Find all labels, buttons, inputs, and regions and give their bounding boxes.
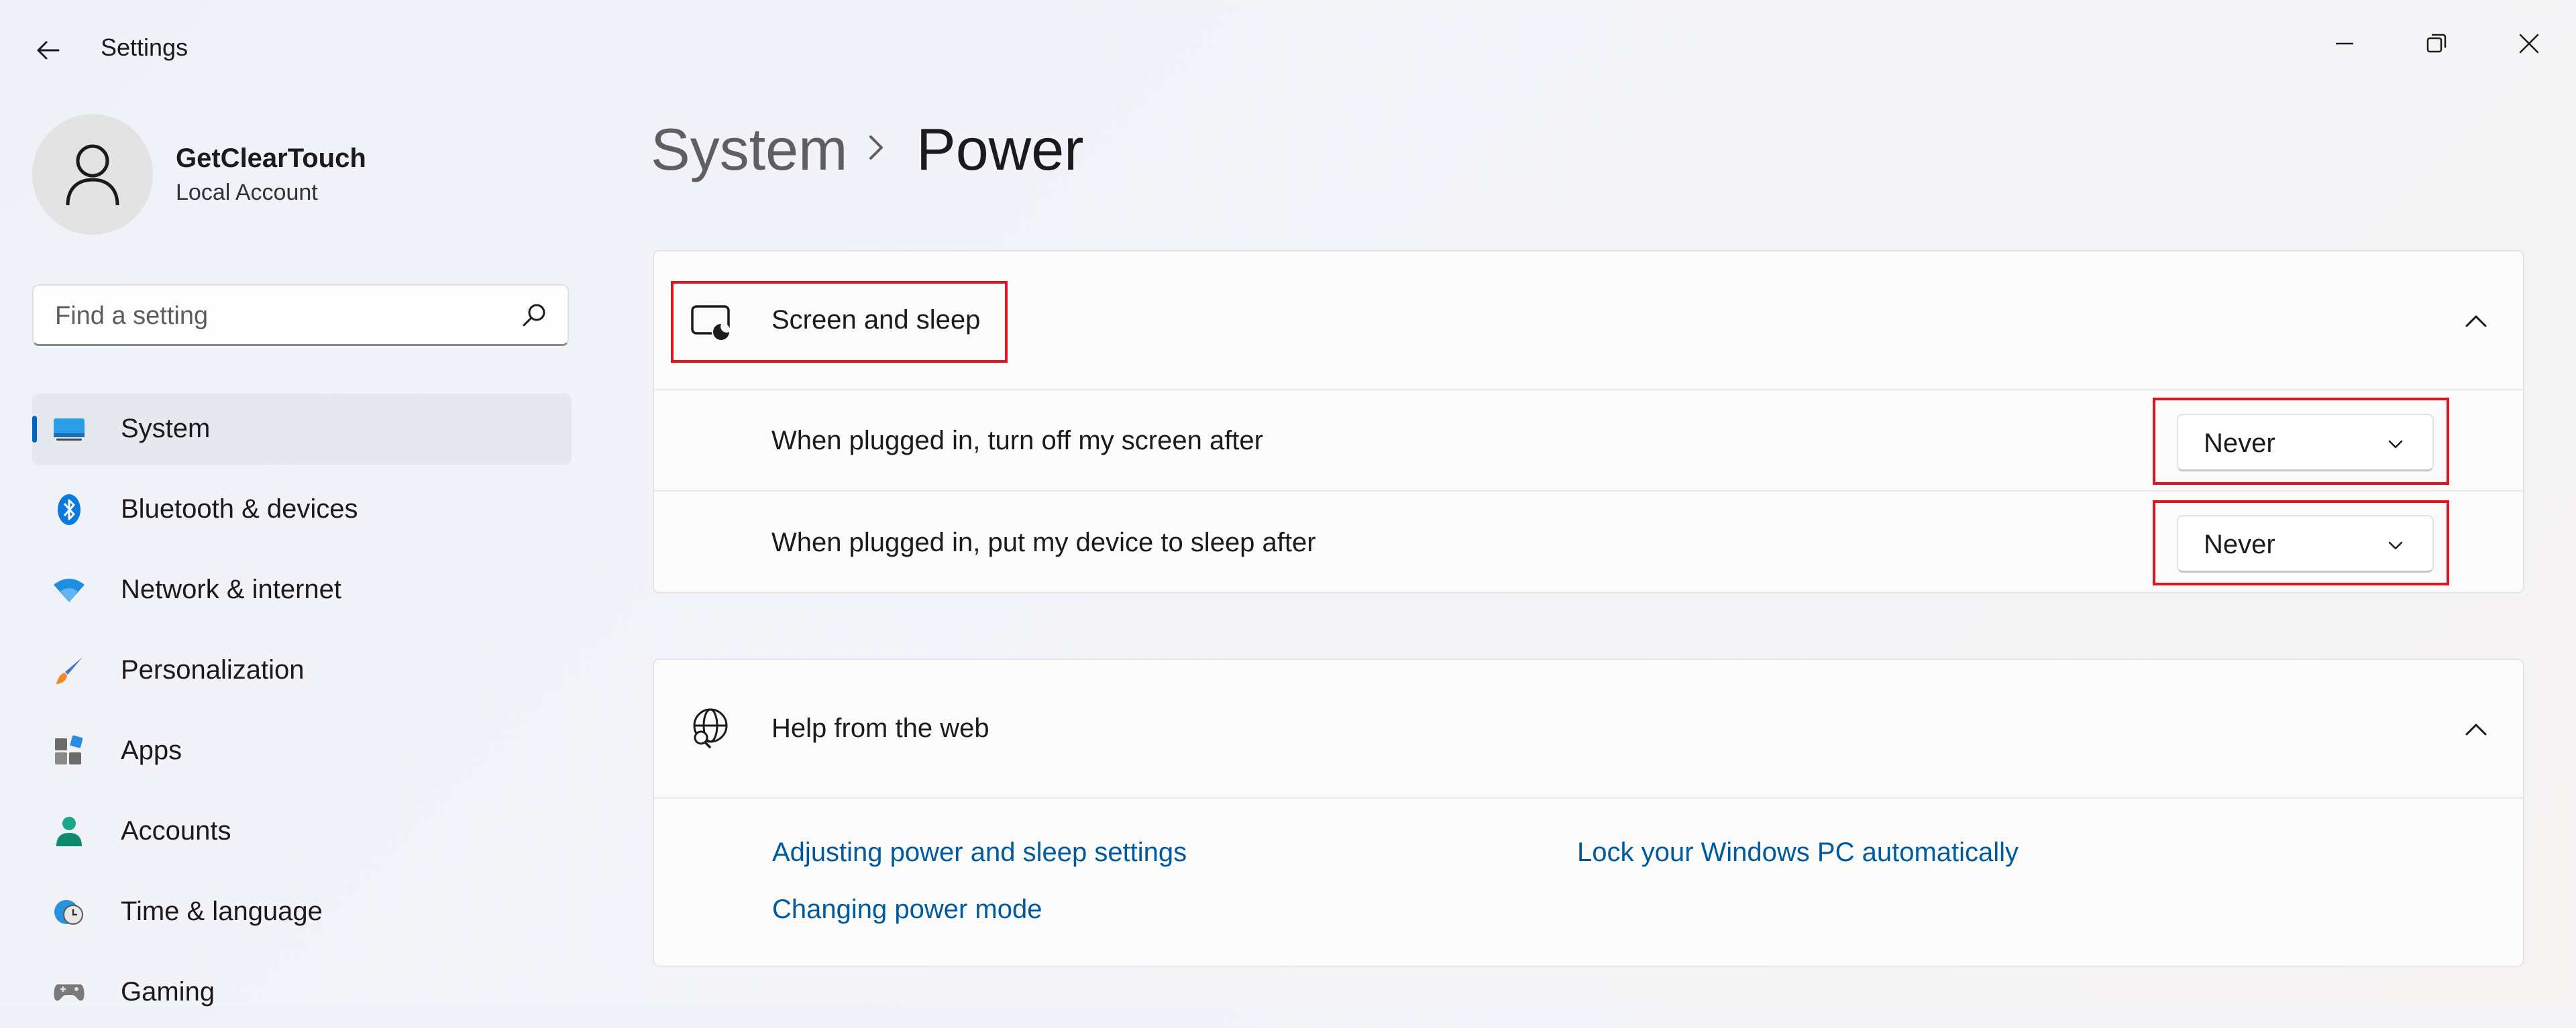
- sidebar-item-apps[interactable]: Apps: [32, 716, 572, 787]
- sidebar-item-accounts[interactable]: Accounts: [32, 796, 572, 867]
- sidebar-item-label: Accounts: [121, 816, 231, 846]
- sidebar-item-label: Apps: [121, 736, 182, 765]
- search-input[interactable]: [54, 286, 499, 346]
- sidebar-item-network[interactable]: Network & internet: [32, 555, 572, 626]
- apps-icon: [52, 734, 86, 768]
- highlight-box: [671, 281, 1008, 363]
- avatar[interactable]: [32, 114, 153, 235]
- divider: [654, 389, 2523, 390]
- back-arrow-icon: [37, 41, 60, 60]
- sidebar-item-bluetooth[interactable]: Bluetooth & devices: [32, 474, 572, 545]
- sidebar-item-label: Personalization: [121, 655, 305, 685]
- close-icon: [2519, 34, 2539, 54]
- chevron-right-icon: [869, 135, 883, 160]
- help-link[interactable]: Adjusting power and sleep settings: [772, 838, 1187, 868]
- globe-search-icon: [693, 708, 728, 748]
- sidebar-item-label: Network & internet: [121, 575, 342, 604]
- setting-label: When plugged in, put my device to sleep …: [771, 528, 1316, 557]
- sidebar-item-label: Bluetooth & devices: [121, 494, 358, 524]
- divider: [654, 797, 2523, 799]
- search-icon[interactable]: [521, 302, 547, 329]
- sidebar-item-label: System: [121, 414, 211, 443]
- title-bar: Settings: [0, 0, 2576, 101]
- page-title: Power: [916, 116, 1084, 182]
- minimize-button[interactable]: [2304, 13, 2385, 74]
- bluetooth-icon: [52, 493, 86, 526]
- person-icon: [52, 815, 86, 848]
- selection-indicator: [32, 416, 37, 443]
- screen-and-sleep-card: Screen and sleep When plugged in, turn o…: [653, 250, 2524, 593]
- back-button[interactable]: [24, 27, 71, 74]
- sidebar-item-personalization[interactable]: Personalization: [32, 635, 572, 706]
- highlight-box: [2153, 500, 2449, 585]
- account-type: Local Account: [176, 180, 318, 205]
- account-name: GetClearTouch: [176, 144, 366, 173]
- sidebar-item-time-language[interactable]: Time & language: [32, 876, 572, 948]
- sidebar-item-label: Time & language: [121, 897, 323, 926]
- help-link[interactable]: Changing power mode: [772, 895, 1042, 925]
- person-icon: [66, 144, 119, 206]
- minimize-icon: [2336, 42, 2353, 45]
- restore-button[interactable]: [2396, 13, 2477, 74]
- highlight-box: [2153, 398, 2449, 485]
- chevron-up-icon[interactable]: [2463, 308, 2489, 335]
- sidebar-item-gaming[interactable]: Gaming: [32, 957, 572, 1028]
- close-button[interactable]: [2489, 13, 2569, 74]
- gamepad-icon: [52, 976, 86, 1009]
- app-title: Settings: [101, 34, 189, 61]
- divider: [654, 490, 2523, 492]
- sidebar-item-label: Gaming: [121, 977, 215, 1007]
- help-from-web-header[interactable]: Help from the web: [654, 660, 2523, 797]
- sidebar-item-system[interactable]: System: [32, 394, 572, 465]
- search-box[interactable]: [32, 284, 569, 346]
- restore-icon: [2426, 34, 2447, 53]
- wifi-icon: [52, 573, 86, 607]
- breadcrumb-parent[interactable]: System: [651, 115, 847, 184]
- chevron-up-icon[interactable]: [2463, 716, 2489, 743]
- card-title: Help from the web: [771, 713, 989, 743]
- globe-clock-icon: [52, 895, 86, 929]
- setting-label: When plugged in, turn off my screen afte…: [771, 426, 1263, 455]
- help-from-web-card: Help from the web Adjusting power and sl…: [653, 659, 2524, 967]
- system-display-icon: [52, 412, 86, 446]
- brush-icon: [52, 654, 86, 687]
- help-link[interactable]: Lock your Windows PC automatically: [1577, 838, 2019, 868]
